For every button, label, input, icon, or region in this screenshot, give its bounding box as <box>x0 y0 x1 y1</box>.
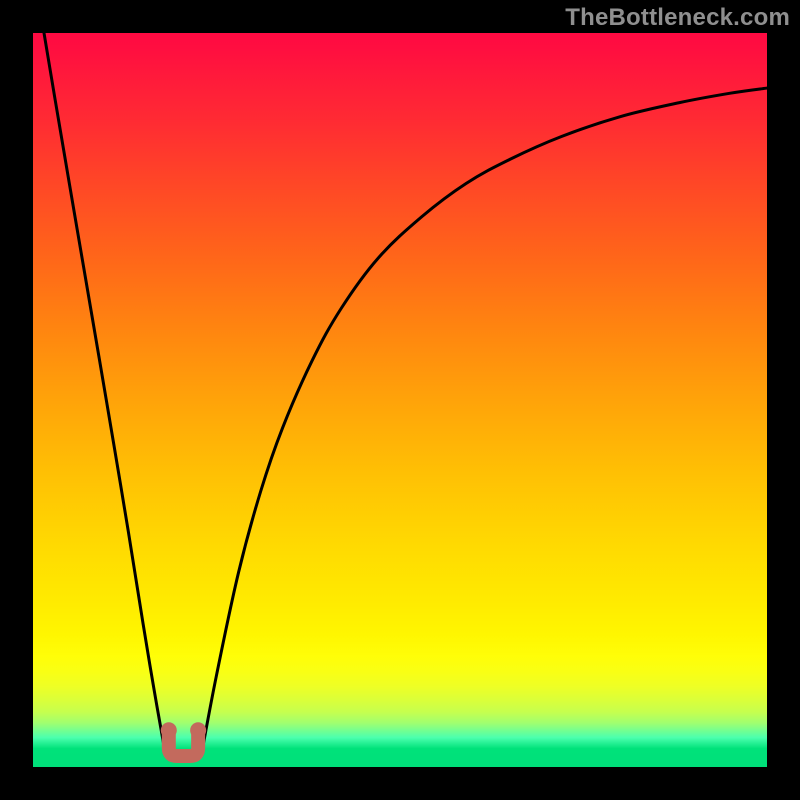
chart-frame: { "watermark": "TheBottleneck.com", "col… <box>0 0 800 800</box>
minimum-dot-right <box>190 722 206 738</box>
watermark-text: TheBottleneck.com <box>565 4 790 32</box>
bottleneck-chart <box>0 0 800 800</box>
gradient-background <box>33 33 767 767</box>
minimum-dot-left <box>161 722 177 738</box>
